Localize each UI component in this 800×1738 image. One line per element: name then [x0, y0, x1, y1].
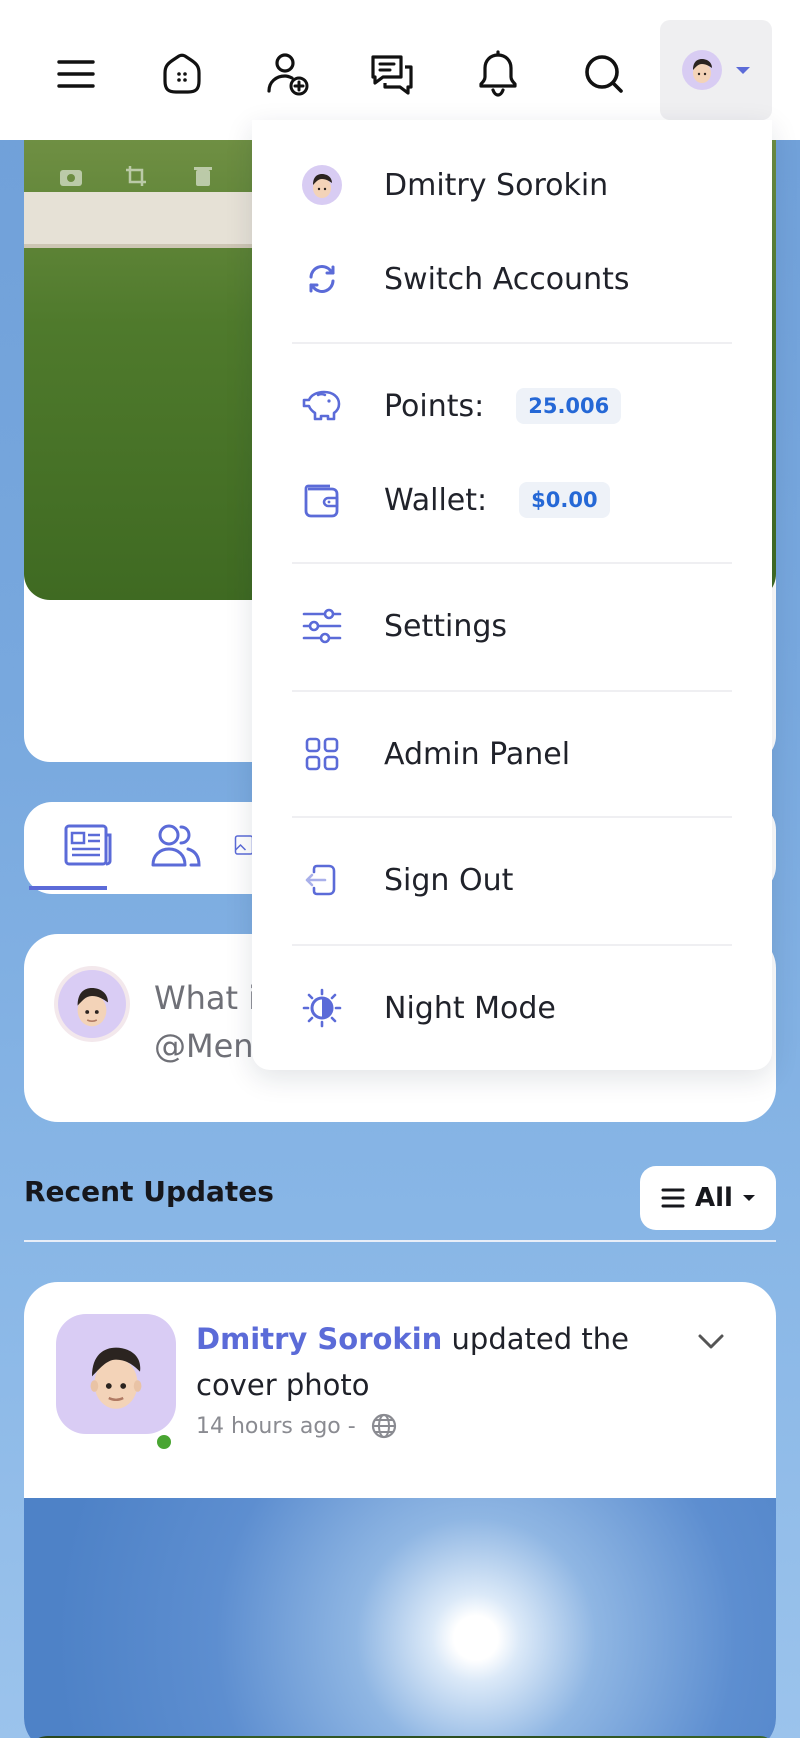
divider: [292, 944, 732, 946]
divider: [292, 562, 732, 564]
divider: [24, 1240, 776, 1242]
menu-item-label: Wallet:: [384, 482, 488, 518]
avatar: [54, 966, 130, 1042]
menu-item-label: Sign Out: [384, 862, 514, 898]
newspaper-icon: [64, 824, 112, 866]
search-button[interactable]: [566, 36, 642, 112]
menu-item-switch-accounts[interactable]: Switch Accounts: [300, 249, 740, 309]
grid-icon: [300, 732, 344, 776]
globe-icon: [371, 1413, 396, 1439]
list-icon: [661, 1188, 685, 1208]
section-title: Recent Updates: [24, 1175, 274, 1208]
piggy-bank-icon: [300, 384, 344, 428]
add-friend-icon: [267, 53, 309, 96]
menu-icon: [57, 60, 95, 88]
account-dropdown-menu: Dmitry Sorokin Switch Accounts Points: 2…: [252, 120, 772, 1070]
notifications-button[interactable]: [460, 36, 536, 112]
avatar: [300, 163, 344, 207]
wallet-icon: [300, 478, 344, 522]
menu-item-night-mode[interactable]: Night Mode: [300, 978, 740, 1038]
account-menu-button[interactable]: [660, 20, 772, 120]
post-meta: 14 hours ago -: [196, 1412, 398, 1440]
avatar[interactable]: [56, 1314, 176, 1434]
menu-item-admin-panel[interactable]: Admin Panel: [300, 724, 740, 784]
search-icon: [585, 55, 623, 93]
post-timestamp[interactable]: 14 hours ago -: [196, 1414, 356, 1439]
bell-icon: [479, 50, 517, 97]
home-button[interactable]: [144, 36, 220, 112]
feed-filter-label: All: [695, 1183, 733, 1213]
messages-icon: [371, 55, 413, 95]
online-status-indicator: [154, 1432, 174, 1452]
home-icon: [163, 53, 201, 94]
menu-item-label: Dmitry Sorokin: [384, 167, 609, 203]
menu-item-label: Admin Panel: [384, 736, 571, 772]
chevron-down-icon: [736, 66, 750, 74]
add-friend-button[interactable]: [250, 36, 326, 112]
post-author-link[interactable]: Dmitry Sorokin: [196, 1322, 442, 1356]
trash-icon[interactable]: [190, 164, 216, 188]
messages-button[interactable]: [354, 36, 430, 112]
menu-item-wallet[interactable]: Wallet: $0.00: [300, 470, 740, 530]
camera-icon[interactable]: [58, 164, 84, 188]
chevron-down-icon[interactable]: [694, 1324, 728, 1358]
divider: [292, 816, 732, 818]
menu-item-profile[interactable]: Dmitry Sorokin: [300, 155, 740, 215]
avatar: [682, 50, 722, 90]
post-photo[interactable]: [24, 1498, 776, 1738]
menu-item-settings[interactable]: Settings: [300, 596, 740, 656]
night-mode-icon: [300, 986, 344, 1030]
menu-item-label: Switch Accounts: [384, 261, 630, 297]
active-tab-indicator: [29, 886, 107, 890]
feed-filter-button[interactable]: All: [640, 1166, 776, 1230]
photos-icon: [234, 835, 254, 855]
tab-timeline[interactable]: [58, 820, 118, 870]
sliders-icon: [300, 604, 344, 648]
tab-friends[interactable]: [146, 820, 206, 870]
divider: [292, 342, 732, 344]
top-navigation-bar: [0, 0, 800, 140]
sign-out-icon: [300, 858, 344, 902]
divider: [292, 690, 732, 692]
post-headline: Dmitry Sorokin updated the cover photo: [196, 1316, 666, 1408]
points-badge: 25.006: [516, 388, 622, 424]
chevron-down-icon: [742, 1195, 755, 1201]
tab-photos[interactable]: [234, 820, 254, 870]
menu-button[interactable]: [38, 36, 114, 112]
feed-post: Dmitry Sorokin updated the cover photo 1…: [24, 1282, 776, 1738]
crop-icon[interactable]: [124, 164, 150, 188]
friends-icon: [151, 824, 201, 867]
menu-item-label: Settings: [384, 608, 508, 644]
menu-item-points[interactable]: Points: 25.006: [300, 376, 740, 436]
menu-item-label: Night Mode: [384, 990, 556, 1026]
wallet-badge: $0.00: [519, 482, 610, 518]
switch-icon: [300, 257, 344, 301]
menu-item-sign-out[interactable]: Sign Out: [300, 850, 740, 910]
menu-item-label: Points:: [384, 388, 485, 424]
